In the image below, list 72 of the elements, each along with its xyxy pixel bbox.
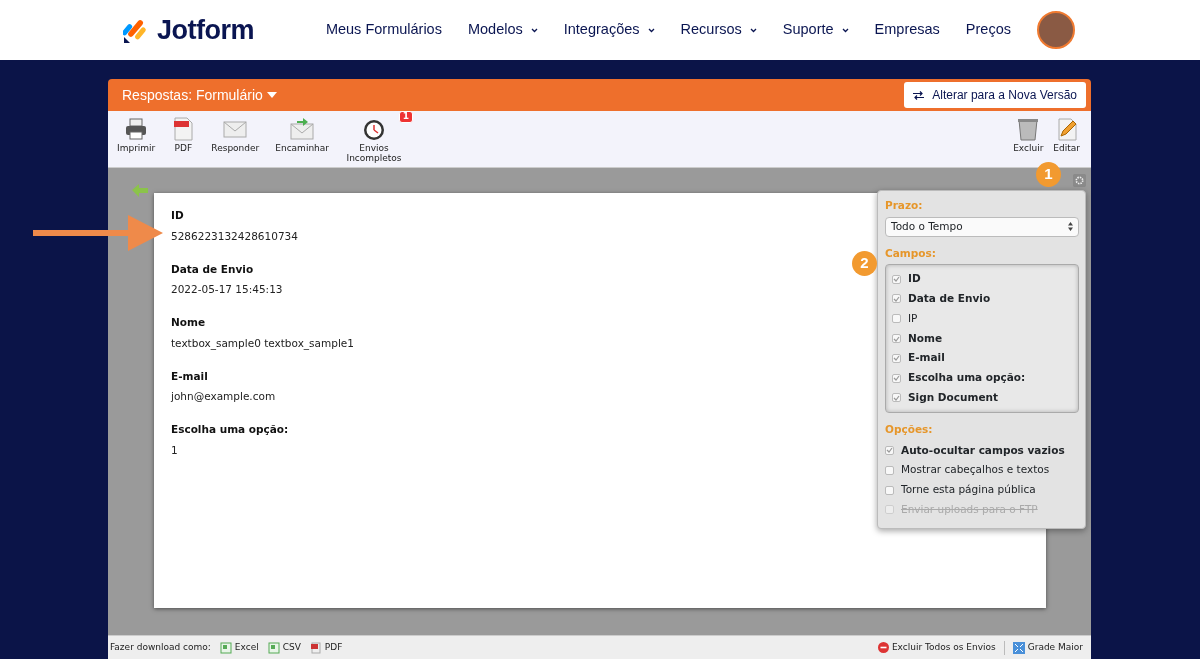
back-arrow-icon [132, 183, 148, 197]
grid-view-link[interactable]: Grade Maior [1012, 640, 1083, 655]
toolbar-button[interactable]: PDF [166, 117, 201, 167]
checkbox-label: Torne esta página pública [901, 482, 1036, 498]
field-label: Data de Envio [171, 261, 254, 277]
toolbar-button[interactable]: Encaminhar [270, 117, 334, 167]
checkbox[interactable] [892, 314, 901, 324]
checkbox[interactable] [885, 485, 894, 495]
download-label: Fazer download como: [110, 640, 211, 654]
caret-icon[interactable] [266, 92, 277, 98]
checkbox-label: Sign Document [908, 390, 998, 406]
expand-icon [1012, 641, 1025, 654]
checkbox[interactable] [885, 445, 894, 455]
nav-link[interactable]: Meus Formulários [325, 19, 442, 41]
checkbox-label: Data de Envio [908, 291, 991, 307]
checkbox-label: IP [908, 310, 918, 326]
field-value: 1 [171, 442, 178, 458]
field-value: john@example.com [171, 389, 276, 405]
toolbar-button[interactable]: Envios Incompletos 1 [340, 111, 415, 167]
field-value: 5286223132428610734 [171, 228, 298, 244]
field-value: 2022-05-17 15:45:13 [171, 282, 283, 298]
minus-circle-icon [877, 642, 889, 653]
pdf-file-icon [171, 117, 196, 141]
toolbar-button[interactable]: Imprimir [112, 117, 161, 167]
toolbar-button[interactable]: Responder [206, 117, 265, 167]
checkbox-label: Auto-ocultar campos vazios [901, 442, 1065, 458]
nav-link[interactable]: Integrações [563, 19, 655, 41]
section-heading: Prazo: [885, 198, 924, 213]
nav-link[interactable]: Preços [965, 19, 1011, 41]
pdf-file-icon [309, 641, 322, 654]
trash-icon [1016, 117, 1041, 141]
checkbox-label: Nome [908, 330, 943, 346]
field-label: Nome [171, 315, 206, 330]
spreadsheet-icon [219, 641, 232, 654]
checkbox[interactable] [885, 465, 894, 475]
period-select[interactable]: Todo o Tempo [885, 216, 1079, 237]
field-label: Escolha uma opção: [171, 422, 289, 437]
field-label: E-mail [171, 368, 208, 384]
clock-icon [362, 117, 386, 141]
nav-link[interactable]: Recursos [680, 19, 757, 41]
field-value: textbox_sample0 textbox_sample1 [171, 335, 354, 352]
checkbox[interactable] [892, 393, 901, 403]
nav-link[interactable]: Suporte [782, 19, 849, 41]
spreadsheet-icon [267, 641, 280, 654]
checkbox[interactable] [892, 294, 901, 304]
brand-name[interactable]: Jotform [157, 9, 254, 51]
printer-icon [124, 117, 149, 141]
nav-link[interactable]: Empresas [874, 19, 940, 41]
download-link[interactable]: CSV [267, 640, 301, 655]
nav-link[interactable]: Modelos [467, 19, 538, 41]
checkbox[interactable] [892, 373, 901, 383]
switch-version-button[interactable]: Alterar para a Nova Versão [904, 82, 1086, 108]
section-heading: Campos: [885, 245, 937, 261]
notification-badge: 1 [398, 111, 413, 123]
avatar[interactable] [1037, 11, 1075, 49]
checkbox-label: Enviar uploads para o FTP [901, 502, 1038, 517]
field-label: ID [171, 208, 184, 223]
checkbox[interactable] [892, 274, 901, 284]
envelope-arrow-icon [290, 117, 315, 141]
delete-all-link[interactable]: Excluir Todos os Envios [877, 640, 996, 655]
checkbox-label: E-mail [908, 350, 945, 366]
section-heading: Opções: [885, 421, 934, 437]
checkbox-label: Escolha uma opção: [908, 370, 1026, 386]
checkbox-label: ID [908, 271, 921, 287]
download-link[interactable]: Excel [219, 640, 259, 655]
swap-icon [913, 90, 925, 100]
download-link[interactable]: PDF [309, 640, 343, 655]
checkbox[interactable] [892, 334, 901, 344]
settings-icon[interactable] [1073, 174, 1086, 187]
checkbox-label: Mostrar cabeçalhos e textos [901, 462, 1050, 478]
stepper-icon [1068, 222, 1073, 232]
checkbox[interactable] [892, 353, 901, 363]
